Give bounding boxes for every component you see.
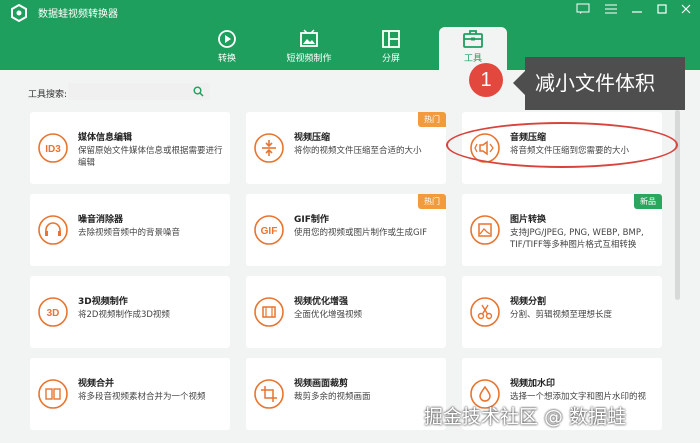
- tab-label: 工具: [463, 54, 482, 64]
- tool-desc: 将你的视频文件压缩至合适的大小: [294, 146, 422, 156]
- tool-card-image-convert[interactable]: 新品 图片转换 支持JPG/JPEG, PNG, WEBP, BMP, TIF/…: [462, 194, 662, 266]
- tool-title: 视频压缩: [294, 133, 331, 143]
- tool-desc: 使用您的视频或图片制作或生成GIF: [294, 228, 427, 238]
- video-enhance-icon: [254, 297, 284, 327]
- search-label: 工具搜索:: [28, 90, 68, 100]
- tool-title: 图片转换: [510, 215, 547, 225]
- merge-icon: [38, 379, 68, 409]
- search-input[interactable]: [68, 83, 210, 100]
- tool-desc: 支持JPG/JPEG, PNG, WEBP, BMP, TIF/TIFF等多种图…: [510, 228, 644, 250]
- tab-label: 分屏: [381, 54, 400, 64]
- maximize-icon[interactable]: [654, 3, 670, 19]
- crop-icon: [254, 379, 284, 409]
- callout-label: 减小文件体积: [513, 57, 685, 110]
- tool-title: 视频合并: [78, 379, 115, 389]
- step-number-badge: 1: [469, 63, 503, 97]
- scissors-icon: [470, 297, 500, 327]
- search-icon[interactable]: [193, 86, 204, 97]
- gif-icon: GIF: [254, 215, 284, 245]
- svg-text:ID3: ID3: [45, 144, 61, 155]
- svg-text:3D: 3D: [47, 308, 60, 319]
- short-video-icon: [300, 29, 318, 47]
- app-logo-icon: [11, 4, 27, 22]
- hot-badge: 热门: [418, 112, 446, 127]
- tool-desc: 保留原始文件媒体信息或根据需要进行编辑: [78, 146, 223, 168]
- tab-tools[interactable]: 工具: [439, 27, 507, 70]
- tab-split-screen[interactable]: 分屏: [356, 27, 426, 70]
- tool-card-3d-video[interactable]: 3D 3D视频制作 将2D视频制作成3D视频: [30, 276, 230, 348]
- toolbox-icon: [463, 30, 483, 48]
- tool-title: 3D视频制作: [78, 297, 128, 307]
- tab-label: 短视频制作: [286, 54, 332, 64]
- video-compress-icon: [254, 133, 284, 163]
- tool-card-video-merge[interactable]: 视频合并 将多段音视频素材合并为一个视频: [30, 358, 230, 430]
- close-icon[interactable]: [678, 3, 694, 19]
- highlight-ring: [446, 122, 678, 168]
- tool-title: 噪音消除器: [78, 215, 124, 225]
- hot-badge: 热门: [418, 194, 446, 209]
- tool-title: 视频分割: [510, 297, 547, 307]
- tab-short-video[interactable]: 短视频制作: [274, 27, 344, 70]
- svg-text:GIF: GIF: [261, 226, 278, 237]
- tool-card-video-enhance[interactable]: 视频优化增强 全面优化增强视频: [246, 276, 446, 348]
- tool-card-video-split[interactable]: 视频分割 分割、剪辑视频至理想长度: [462, 276, 662, 348]
- tool-desc: 去除视频音频中的背景噪音: [78, 228, 181, 238]
- 3d-icon: 3D: [38, 297, 68, 327]
- app-title: 数据蛙视频转换器: [38, 9, 118, 20]
- feedback-icon[interactable]: [575, 3, 591, 19]
- tool-desc: 全面优化增强视频: [294, 310, 363, 320]
- tool-desc: 将多段音视频素材合并为一个视频: [78, 392, 206, 402]
- minimize-icon[interactable]: [629, 3, 645, 19]
- tool-card-gif-maker[interactable]: 热门 GIF GIF制作 使用您的视频或图片制作或生成GIF: [246, 194, 446, 266]
- tool-card-noise-remover[interactable]: 噪音消除器 去除视频音频中的背景噪音: [30, 194, 230, 266]
- tool-desc: 裁剪多余的视频画面: [294, 392, 371, 402]
- tab-convert[interactable]: 转换: [192, 27, 262, 70]
- convert-icon: [218, 30, 236, 48]
- watermark-text: 掘金技术社区 @ 数据蛙: [424, 406, 627, 428]
- tool-title: GIF制作: [294, 215, 329, 225]
- menu-icon[interactable]: [603, 3, 619, 19]
- tool-title: 视频优化增强: [294, 297, 349, 307]
- tab-label: 转换: [217, 54, 236, 64]
- tool-card-media-info[interactable]: ID3 媒体信息编辑 保留原始文件媒体信息或根据需要进行编辑: [30, 112, 230, 184]
- tool-title: 媒体信息编辑: [78, 133, 133, 143]
- tool-desc: 将2D视频制作成3D视频: [78, 310, 170, 320]
- scrollbar-thumb[interactable]: [675, 110, 680, 300]
- new-badge: 新品: [634, 194, 662, 209]
- id3-icon: ID3: [38, 133, 68, 163]
- tool-card-video-crop[interactable]: 视频画面裁剪 裁剪多余的视频画面: [246, 358, 446, 430]
- tool-desc: 分割、剪辑视频至理想长度: [510, 310, 613, 320]
- headphones-icon: [38, 215, 68, 245]
- tool-card-video-compress[interactable]: 热门 视频压缩 将你的视频文件压缩至合适的大小: [246, 112, 446, 184]
- tool-title: 视频画面裁剪: [294, 379, 349, 389]
- split-screen-icon: [382, 30, 400, 48]
- tool-title: 视频加水印: [510, 379, 556, 389]
- image-convert-icon: [470, 215, 500, 245]
